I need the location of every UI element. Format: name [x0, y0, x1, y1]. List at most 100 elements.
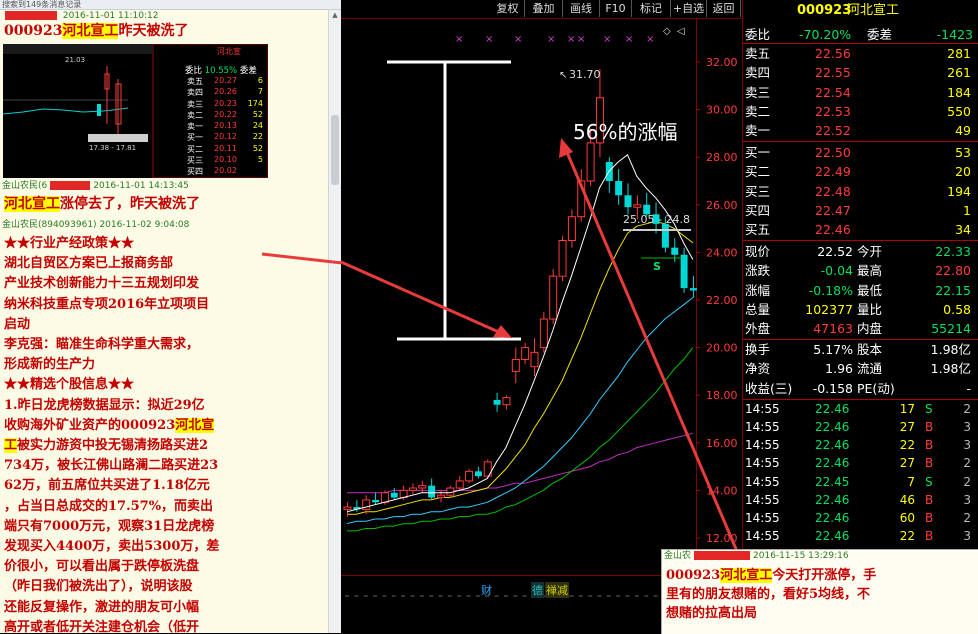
- popup-time: 2016-11-15 13:29:16: [753, 551, 849, 561]
- volume-bar: [653, 595, 658, 597]
- ask-row: 卖二 22.53 550: [743, 102, 978, 121]
- stat-value: 1.96: [825, 361, 853, 377]
- thumb-order-price: 20.23: [214, 98, 237, 108]
- price-tick-label: 24.00: [706, 246, 738, 259]
- candle-body: [455, 480, 464, 489]
- kline-chart-area[interactable]: 复权 叠加 画线 F10 标记 +自选 返回 32.00 30.00 28.00 26…: [341, 0, 742, 633]
- tick-price: 22.46: [815, 401, 850, 416]
- candle-body: [633, 204, 642, 208]
- high-arrow-icon: ↖: [559, 70, 567, 81]
- thumb-order-price: 20.02: [214, 166, 237, 176]
- event-marker: ×: [625, 34, 633, 45]
- chart-screenshot-thumbnail[interactable]: 21.03 17.38 - 17.81 委比 10.55% 委差 河北宣 卖五 2…: [3, 44, 268, 178]
- volume-bar: [447, 595, 452, 597]
- bid-price: 22.47: [815, 202, 851, 218]
- thumb-order-label: 卖二: [187, 110, 203, 120]
- thumb-order-label: 买二: [187, 144, 203, 154]
- thumb-order-price: 20.12: [214, 132, 237, 142]
- event-marker: ×: [547, 34, 555, 45]
- candle-body: [474, 471, 482, 477]
- thumb-order-label: 卖三: [187, 99, 203, 109]
- candle-body: [390, 492, 398, 498]
- stat-label: 流通: [857, 361, 883, 377]
- ask-label: 卖三: [745, 84, 771, 100]
- tick-count: 2: [963, 511, 971, 525]
- stat-value: -0.04: [820, 263, 853, 279]
- candle-body: [539, 318, 548, 349]
- volume-bar: [429, 595, 434, 597]
- stock-name-highlight: 河北宣: [175, 417, 215, 433]
- bid-row: 买二 22.49 20: [743, 162, 978, 181]
- tick-time: 14:55: [745, 474, 780, 489]
- scroll-up-icon[interactable]: ▲: [331, 11, 339, 19]
- thumb-order-label: 买三: [187, 156, 203, 166]
- event-marker: ×: [603, 34, 611, 45]
- stat-label: 量比: [857, 301, 883, 317]
- stat-value: 102377: [805, 301, 853, 317]
- tick-volume: 17: [899, 401, 915, 416]
- stock-name-highlight: 河北宣工: [4, 196, 60, 212]
- candle-body: [511, 359, 520, 372]
- ma5-line: [346, 154, 694, 513]
- bid-price: 22.46: [815, 222, 851, 237]
- thumb-order-row: 卖四 20.26 7: [187, 87, 267, 98]
- stat-value: 22.15: [935, 282, 971, 298]
- tick-side: S: [925, 474, 933, 489]
- bid-label: 买一: [745, 145, 771, 161]
- tick-side: B: [925, 529, 934, 544]
- thumb-quote-table: 委比 10.55% 委差: [185, 64, 267, 76]
- candle-body: [689, 288, 697, 291]
- message-time: 2016-11-01 14:13:45: [93, 181, 189, 191]
- thumb-order-label: 卖四: [187, 88, 203, 98]
- ma20-line: [346, 297, 694, 525]
- bid-price: 22.48: [815, 183, 851, 199]
- ask-volume: 184: [947, 84, 971, 100]
- bid-volume: 34: [955, 222, 971, 237]
- stock-name-highlight: 河北宣工: [62, 23, 119, 39]
- thumb-range: 17.38 - 17.81: [89, 144, 137, 152]
- candle-body: [680, 254, 688, 289]
- thumb-order-row: 买四 20.02: [187, 166, 267, 177]
- tick-price: 22.46: [815, 529, 850, 544]
- ask-label: 卖五: [745, 46, 771, 62]
- tick-count: 2: [963, 401, 971, 416]
- tick-row: 14:55 22.46 22 B 3: [743, 527, 978, 545]
- quote-header: 000923 河北宣工: [743, 0, 978, 22]
- volume-bar: [419, 595, 424, 597]
- volume-bar: [522, 595, 527, 597]
- tick-count: 2: [963, 456, 971, 471]
- new-message-popup[interactable]: 金山农 2016-11-15 13:29:16 000923河北宣工今天打开涨停，…: [661, 549, 978, 634]
- stat-label: 外盘: [745, 321, 771, 336]
- tick-row: 14:55 22.46 22 B 3: [743, 436, 978, 454]
- search-result-bar: 搜索到149条消息记录: [0, 0, 341, 10]
- thumb-order-volume: 24: [252, 121, 263, 131]
- volume-bar: [401, 595, 406, 597]
- tick-price: 22.46: [815, 420, 850, 434]
- scrollbar-thumb[interactable]: [331, 115, 339, 185]
- volume-bar: [373, 595, 378, 597]
- tick-side: B: [925, 438, 934, 453]
- chat-scrollbar[interactable]: ▲: [328, 10, 341, 633]
- price-tick-label: 26.00: [706, 199, 738, 212]
- stat-label: 现价: [745, 244, 771, 260]
- candle-body: [428, 485, 436, 498]
- stat-value: -0.158: [812, 380, 853, 396]
- stat-label: 总量: [745, 301, 771, 317]
- quote-panel: 000923 河北宣工 委比 -70.20% 委差 -1423 卖五 22.56 281 卖四…: [742, 0, 978, 633]
- stat-value: -0.18%: [808, 282, 853, 298]
- bid-price: 22.49: [815, 164, 851, 180]
- tick-volume: 22: [899, 529, 915, 544]
- tick-side: B: [925, 456, 934, 471]
- message-sender: 金山农民(6: [2, 181, 48, 191]
- tab-finance[interactable]: 财: [481, 582, 492, 598]
- stat-row: 外盘 47163 内盘 55214: [743, 319, 978, 338]
- tick-time: 14:55: [745, 438, 780, 453]
- message-text: 昨天被洗了: [118, 23, 189, 39]
- stat-value: 22.52: [817, 244, 853, 260]
- volume-bar: [588, 595, 593, 597]
- candle-body: [624, 195, 632, 208]
- thumb-order-row: 卖一 20.13 24: [187, 121, 267, 132]
- tab-de[interactable]: 德: [531, 582, 544, 598]
- tab-reduce[interactable]: 禅减: [545, 582, 569, 598]
- redacted-name: [50, 181, 91, 190]
